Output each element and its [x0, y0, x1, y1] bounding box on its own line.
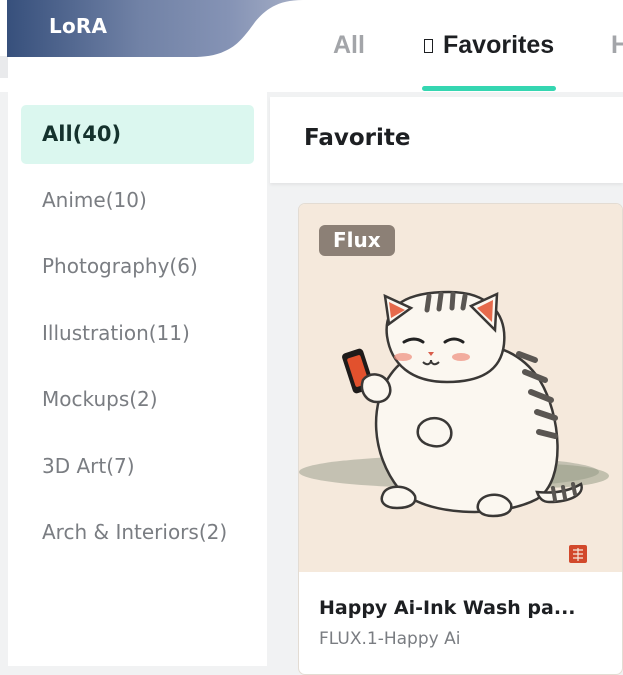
main-title-bar: Favorite	[270, 97, 623, 183]
category-item-arch-interiors[interactable]: Arch & Interiors(2)	[21, 503, 254, 562]
category-item-photography[interactable]: Photography(6)	[21, 237, 254, 296]
category-item-anime[interactable]: Anime(10)	[21, 171, 254, 230]
card-thumbnail[interactable]: Flux	[299, 204, 622, 572]
tab-favorites-label: Favorites	[443, 31, 555, 59]
lora-tab-label[interactable]: LoRA	[49, 14, 107, 38]
tab-all-label: All	[333, 31, 365, 59]
tab-partial[interactable]: H	[611, 31, 623, 60]
category-sidebar: All(40) Anime(10) Photography(6) Illustr…	[8, 92, 267, 666]
favorites-icon	[424, 39, 433, 53]
cat-ink-illustration	[299, 290, 609, 563]
tab-favorites[interactable]: Favorites	[424, 31, 554, 60]
header-divider	[0, 56, 8, 78]
category-item-all[interactable]: All(40)	[21, 105, 254, 164]
top-header: LoRA All Favorites H	[0, 0, 623, 92]
card-subtitle: FLUX.1-Happy Ai	[319, 629, 461, 649]
category-item-3d-art[interactable]: 3D Art(7)	[21, 437, 254, 496]
category-item-mockups[interactable]: Mockups(2)	[21, 370, 254, 429]
tab-partial-label: H	[611, 31, 623, 59]
lora-card[interactable]: Flux Happy Ai-Ink Wash pa... FLUX.1-Happ…	[298, 203, 623, 675]
card-title[interactable]: Happy Ai-Ink Wash pa...	[319, 597, 576, 619]
model-badge: Flux	[319, 225, 395, 256]
active-tab-indicator	[422, 86, 556, 91]
page-title: Favorite	[304, 125, 411, 151]
category-item-illustration[interactable]: Illustration(11)	[21, 304, 254, 363]
tab-all[interactable]: All	[333, 31, 365, 60]
